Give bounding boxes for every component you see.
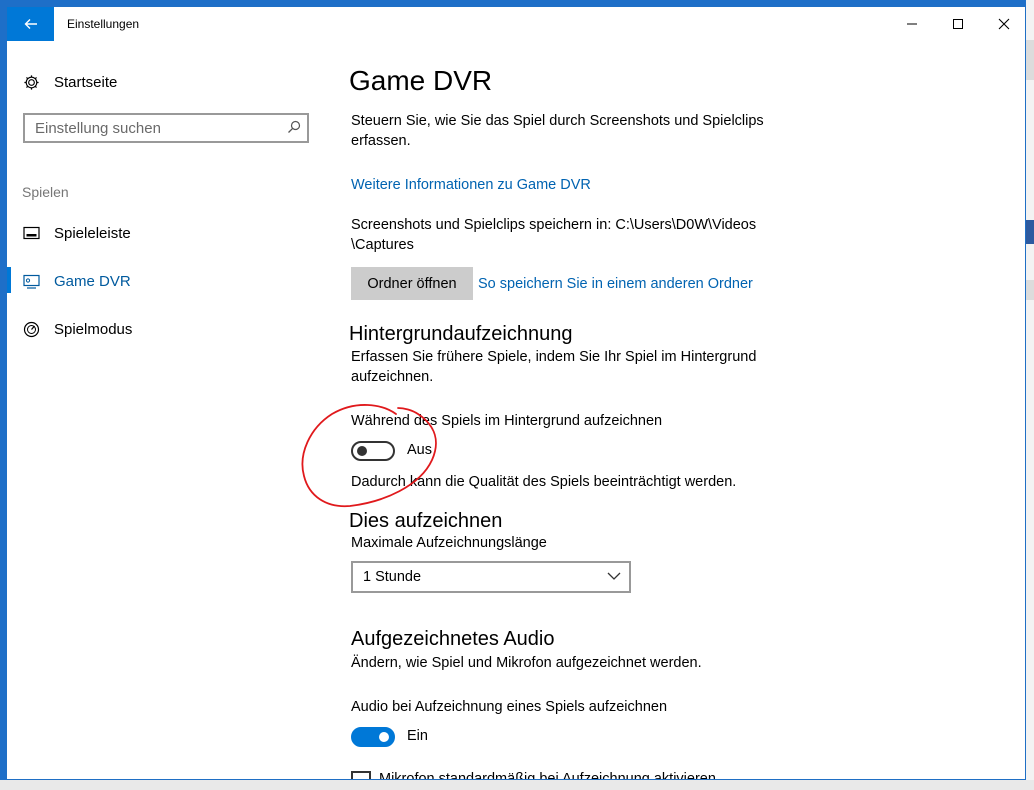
recorded-audio-heading: Aufgezeichnetes Audio <box>351 628 555 650</box>
sidebar-item-game-dvr[interactable]: Game DVR <box>23 268 131 294</box>
sidebar-item-label: Spielmodus <box>54 320 133 338</box>
gear-icon <box>24 74 39 90</box>
sidebar-item-game-mode[interactable]: Spielmodus <box>23 316 132 342</box>
game-mode-icon <box>23 321 40 337</box>
window-title: Einstellungen <box>67 17 140 31</box>
game-dvr-icon <box>23 274 40 289</box>
save-path-text: Screenshots und Spielclips speichern in:… <box>351 217 757 253</box>
section-label-games: Spielen <box>22 184 69 200</box>
minimize-icon <box>907 23 917 25</box>
back-button[interactable] <box>7 7 54 41</box>
home-label: Startseite <box>54 73 118 91</box>
max-length-label: Maximale Aufzeichnungslänge <box>351 535 547 551</box>
page-title: Game DVR <box>349 65 493 96</box>
search-icon <box>288 120 301 133</box>
back-arrow-icon <box>24 19 37 29</box>
title-bar: Einstellungen <box>7 7 1025 41</box>
max-length-value: 1 Stunde <box>363 569 422 585</box>
maximize-icon <box>953 19 963 29</box>
search-box[interactable] <box>23 113 309 143</box>
audio-toggle-label: Audio bei Aufzeichnung eines Spiels aufz… <box>351 699 668 715</box>
max-length-dropdown[interactable]: 1 Stunde <box>351 561 631 593</box>
background-recording-heading: Hintergrundaufzeichnung <box>349 323 573 345</box>
background-desktop <box>1026 0 1034 790</box>
close-icon <box>998 18 1010 30</box>
maximize-button[interactable] <box>935 7 981 41</box>
minimize-button[interactable] <box>889 7 935 41</box>
background-recording-description: Erfassen Sie frühere Spiele, indem Sie I… <box>351 349 757 385</box>
info-link[interactable]: Weitere Informationen zu Game DVR <box>351 175 771 195</box>
search-input[interactable] <box>25 115 285 141</box>
sidebar-item-game-bar[interactable]: Spieleleiste <box>23 220 131 246</box>
home-nav-item[interactable]: Startseite <box>23 71 117 93</box>
taskbar-strip <box>0 780 1034 790</box>
page-description: Steuern Sie, wie Sie das Spiel durch Scr… <box>351 113 764 149</box>
annotation-circle <box>301 404 437 508</box>
active-indicator <box>7 267 11 293</box>
chevron-down-icon <box>607 572 621 580</box>
audio-toggle-state: Ein <box>407 728 428 744</box>
toggle-knob <box>379 732 389 742</box>
audio-recording-toggle[interactable] <box>351 727 395 747</box>
microphone-checkbox[interactable] <box>351 771 371 779</box>
close-button[interactable] <box>981 7 1025 41</box>
sidebar-item-label: Spieleleiste <box>54 224 131 242</box>
game-bar-icon <box>23 226 40 240</box>
settings-window: Einstellungen Startseite Spielen <box>6 6 1026 780</box>
microphone-checkbox-label: Mikrofon standardmäßig bei Aufzeichnung … <box>379 771 716 780</box>
sidebar-item-label: Game DVR <box>54 272 131 290</box>
other-folder-link[interactable]: So speichern Sie in einem anderen Ordner <box>478 274 898 294</box>
open-folder-button[interactable]: Ordner öffnen <box>351 267 473 300</box>
recorded-audio-description: Ändern, wie Spiel und Mikrofon aufgezeic… <box>351 655 702 671</box>
